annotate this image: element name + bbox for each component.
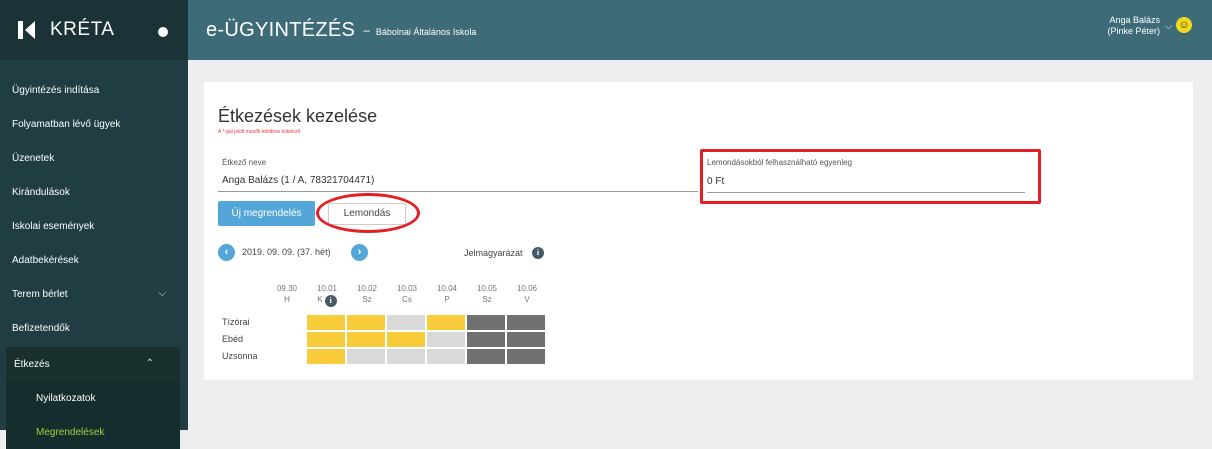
- chevron-down-icon[interactable]: ⌵: [1165, 21, 1172, 32]
- sidebar-item-label: Kirándulások: [12, 186, 70, 198]
- meal-cell-ordered[interactable]: [387, 332, 426, 348]
- school-name: Bábolnai Általános Iskola: [375, 26, 477, 37]
- sidebar-subitem-label: Nyilatkozatok: [36, 392, 96, 404]
- info-icon[interactable]: i: [324, 295, 337, 307]
- chevron-up-icon: ⌃: [145, 358, 154, 369]
- highlight-box: [700, 149, 1041, 204]
- meal-cell-none[interactable]: [387, 349, 426, 365]
- meal-cell-closed: [467, 332, 506, 348]
- eater-underline: [218, 191, 698, 192]
- meal-cell-none[interactable]: [427, 349, 466, 365]
- meal-cell-ordered[interactable]: [307, 315, 346, 331]
- sidebar-item-label: Étkezés: [14, 358, 50, 370]
- highlight-ellipse: [316, 193, 420, 233]
- legend-label[interactable]: Jelmagyarázat: [464, 248, 523, 258]
- day-header: 10.01 K i: [316, 284, 338, 307]
- status-dot-icon[interactable]: [158, 27, 168, 37]
- brand[interactable]: KRÉTA: [0, 0, 188, 60]
- sidebar-item-messages[interactable]: Üzenetek: [0, 141, 188, 175]
- sidebar-subitem-label: Megrendelések: [36, 426, 105, 438]
- info-icon[interactable]: i: [532, 247, 544, 259]
- sidebar-item-label: Befizetendők: [12, 322, 70, 334]
- day-header: 10.02 Sz: [356, 284, 378, 304]
- sidebar-item-ongoing-cases[interactable]: Folyamatban lévő ügyek: [0, 107, 188, 141]
- meal-label: Uzsonna: [222, 351, 258, 361]
- sidebar: KRÉTA Ügyintézés indítása Folyamatban lé…: [0, 0, 188, 449]
- sidebar-item-payables[interactable]: Befizetendők: [0, 311, 188, 345]
- sidebar-item-label: Üzenetek: [12, 152, 55, 164]
- page-title: Étkezések kezelése: [218, 106, 378, 126]
- avatar-icon[interactable]: ☺: [1176, 17, 1192, 33]
- top-bar: e-ÜGYINTÉZÉS – Bábolnai Általános Iskola…: [188, 0, 1212, 60]
- meal-cell-ordered[interactable]: [427, 315, 466, 331]
- app-title: e-ÜGYINTÉZÉS: [206, 18, 356, 41]
- sidebar-item-room-rental[interactable]: Terem bérlet ⌵: [0, 277, 188, 311]
- meal-label: Ebéd: [222, 334, 244, 344]
- meal-cell-closed: [507, 332, 546, 348]
- sidebar-subitem-orders[interactable]: Megrendelések: [6, 415, 180, 449]
- day-header: 10.04 P: [436, 284, 458, 304]
- day-header: 10.05 Sz: [476, 284, 498, 304]
- required-note: A *-gal jelölt mezők kitöltése kötelező: [218, 129, 301, 135]
- sidebar-item-trips[interactable]: Kirándulások: [0, 175, 188, 209]
- meal-cell-ordered[interactable]: [307, 349, 346, 365]
- title-separator: –: [363, 23, 370, 37]
- prev-week-icon[interactable]: ‹: [218, 244, 235, 261]
- sidebar-item-label: Folyamatban lévő ügyek: [12, 118, 121, 130]
- sidebar-item-label: Ügyintézés indítása: [12, 84, 100, 96]
- meal-cell-ordered[interactable]: [347, 315, 386, 331]
- sidebar-item-label: Adatbekérések: [12, 254, 79, 266]
- sidebar-item-catering[interactable]: Étkezés ⌃: [6, 347, 180, 381]
- meal-cell-none[interactable]: [387, 315, 426, 331]
- sidebar-item-label: Iskolai események: [12, 220, 95, 232]
- meal-cell-none[interactable]: [347, 349, 386, 365]
- sidebar-item-label: Terem bérlet: [12, 288, 68, 300]
- brand-name: KRÉTA: [50, 19, 115, 40]
- meal-cell-closed: [467, 315, 506, 331]
- week-label: 2019. 09. 09. (37. hét): [242, 247, 331, 257]
- day-header: 10.06 V: [516, 284, 538, 304]
- meal-cell-closed: [507, 349, 546, 365]
- kreta-logo-icon: [16, 19, 38, 41]
- next-week-icon[interactable]: ›: [351, 244, 368, 261]
- sidebar-item-start-case[interactable]: Ügyintézés indítása: [0, 73, 188, 107]
- day-header: 10.03 Cs: [396, 284, 418, 304]
- day-header: 09.30 H: [276, 284, 298, 304]
- user-name: Anga Balázs: [1109, 15, 1160, 25]
- sidebar-item-school-events[interactable]: Iskolai események: [0, 209, 188, 243]
- sidebar-subitem-declarations[interactable]: Nyilatkozatok: [6, 381, 180, 415]
- meal-cell-closed: [467, 349, 506, 365]
- user-sub: (Pinke Péter): [1107, 26, 1160, 36]
- meal-cell-none[interactable]: [427, 332, 466, 348]
- catering-card: Étkezések kezelése A *-gal jelölt mezők …: [204, 82, 1193, 380]
- sidebar-item-data-requests[interactable]: Adatbekérések: [0, 243, 188, 277]
- meal-label: Tízórai: [222, 317, 250, 327]
- eater-label: Étkező neve: [222, 158, 267, 167]
- new-order-button[interactable]: Új megrendelés: [218, 201, 315, 226]
- meal-cell-closed: [507, 315, 546, 331]
- chevron-down-icon: ⌵: [158, 288, 166, 299]
- meal-cell-ordered[interactable]: [347, 332, 386, 348]
- eater-field[interactable]: Anga Balázs (1 / A, 78321704471): [222, 175, 374, 186]
- user-menu[interactable]: Anga Balázs (Pinke Péter): [1107, 15, 1160, 37]
- meal-cell-ordered[interactable]: [307, 332, 346, 348]
